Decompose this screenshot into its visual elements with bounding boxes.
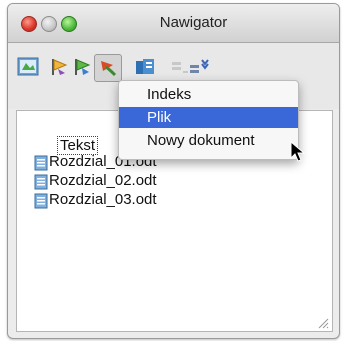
- menu-item-label: Plik: [147, 109, 172, 126]
- document-icon: [33, 193, 49, 209]
- drag-mode-icon[interactable]: [94, 54, 122, 82]
- navigator-toggle-icon[interactable]: [17, 56, 39, 78]
- headings-icon[interactable]: [134, 56, 156, 78]
- navigator-window: Nawigator Tekst Rozdzial_01.odt Rozdzial…: [7, 3, 340, 339]
- document-icon: [33, 155, 49, 171]
- title-bar: Nawigator: [8, 4, 339, 43]
- promote-chapter-icon[interactable]: [168, 56, 190, 78]
- navigation-back-icon[interactable]: [49, 56, 71, 78]
- menu-item-plik[interactable]: Plik: [119, 107, 298, 128]
- navigation-forward-icon[interactable]: [72, 56, 94, 78]
- menu-item-nowy-dokument[interactable]: Nowy dokument: [119, 130, 298, 151]
- mouse-pointer-icon: [290, 140, 306, 163]
- drag-mode-menu: Indeks Plik Nowy dokument: [118, 80, 299, 160]
- demote-chapter-icon[interactable]: [188, 56, 210, 78]
- menu-item-label: Indeks: [147, 86, 192, 103]
- document-icon: [33, 174, 49, 190]
- tree-item[interactable]: Rozdzial_02.odt: [49, 172, 157, 189]
- menu-item-label: Nowy dokument: [147, 132, 255, 149]
- window-title: Nawigator: [159, 14, 228, 31]
- menu-item-indeks[interactable]: Indeks: [119, 84, 298, 105]
- resize-grip-icon[interactable]: [317, 316, 329, 329]
- tree-item[interactable]: Rozdzial_03.odt: [49, 191, 157, 208]
